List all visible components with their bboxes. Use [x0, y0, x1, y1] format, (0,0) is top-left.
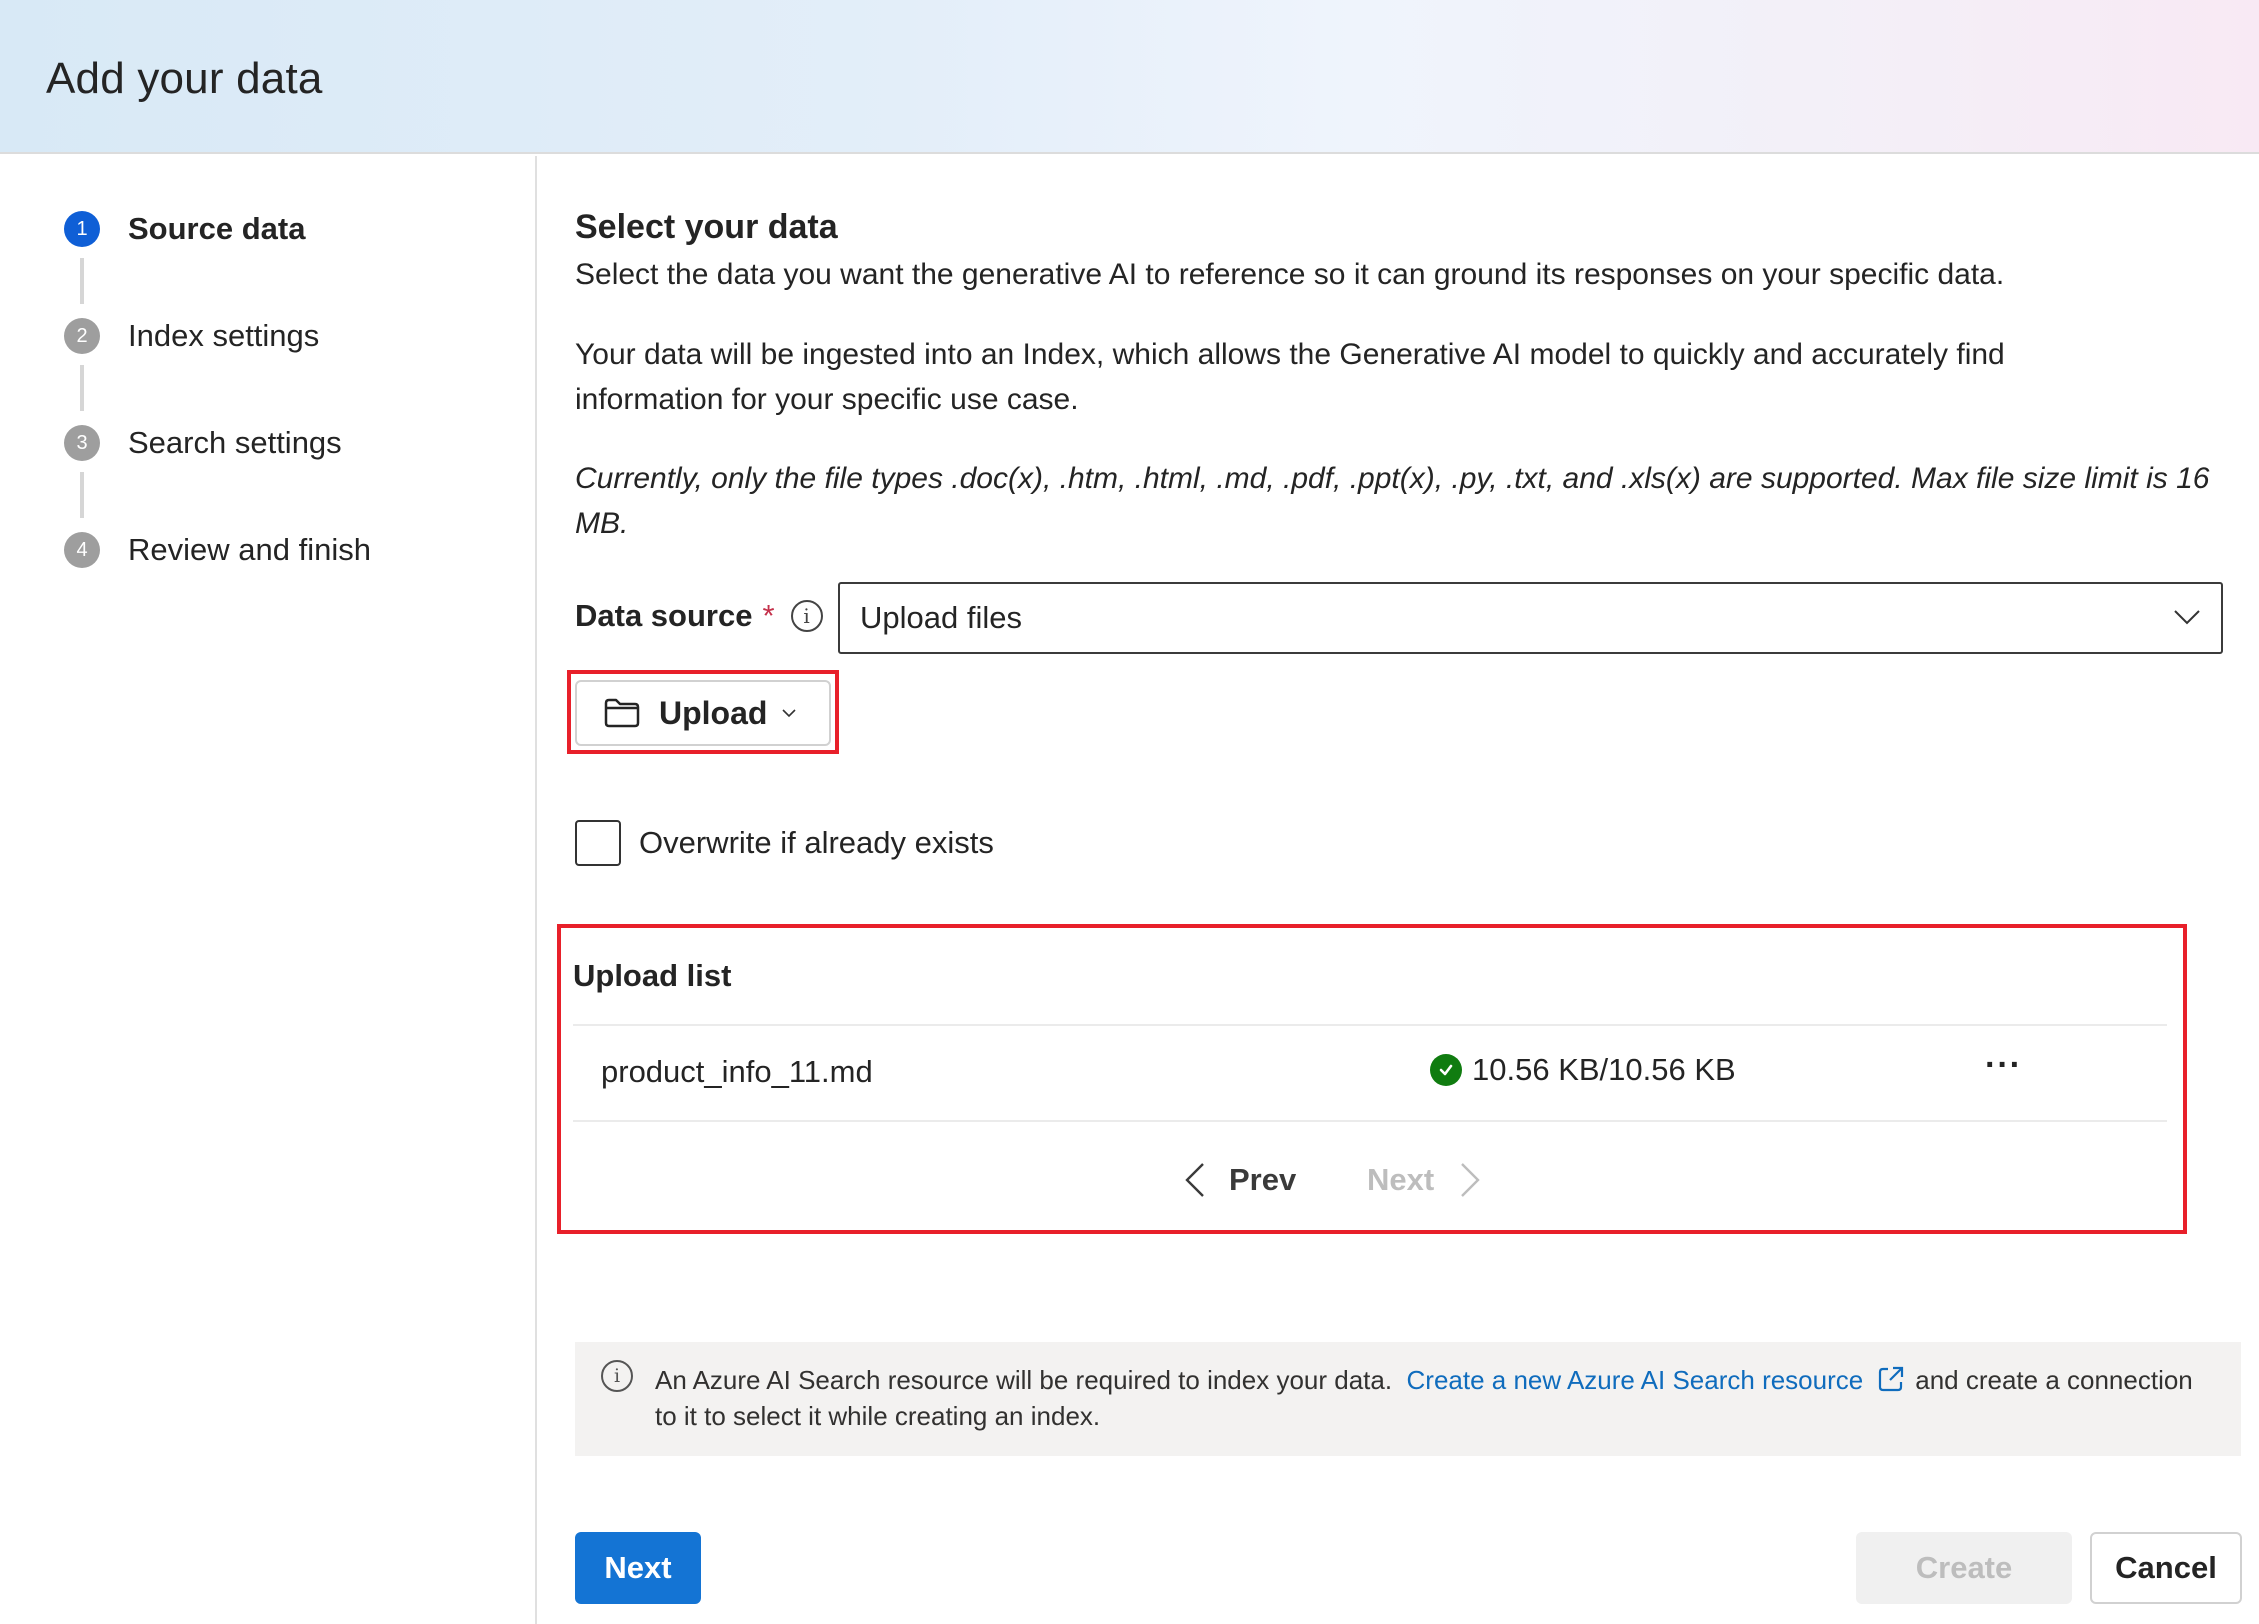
- pagination: Prev Next: [561, 1160, 2191, 1220]
- file-name: product_info_11.md: [601, 1054, 873, 1089]
- file-size-progress: 10.56 KB/10.56 KB: [1472, 1052, 1736, 1087]
- required-asterisk: *: [762, 598, 775, 633]
- step-connector: [80, 472, 84, 518]
- create-search-resource-link[interactable]: Create a new Azure AI Search resource: [1407, 1365, 1864, 1395]
- step-number-badge: 1: [64, 211, 100, 247]
- next-page-button[interactable]: Next: [1367, 1160, 1482, 1200]
- more-options-button[interactable]: ···: [1985, 1046, 2022, 1085]
- data-source-select[interactable]: Upload files: [838, 582, 2223, 654]
- file-list-item: product_info_11.md 10.56 KB/10.56 KB ···: [573, 1024, 2167, 1120]
- upload-button-label: Upload: [659, 694, 768, 731]
- overwrite-option[interactable]: Overwrite if already exists: [575, 820, 994, 866]
- step-number-badge: 2: [64, 318, 100, 354]
- step-label: Search settings: [128, 425, 342, 460]
- wizard-stepper: 1 Source data 2 Index settings 3 Search …: [0, 156, 537, 1624]
- upload-list-panel: Upload list product_info_11.md 10.56 KB/…: [557, 924, 2187, 1234]
- banner-message: An Azure AI Search resource will be requ…: [655, 1362, 2215, 1434]
- step-label: Review and finish: [128, 532, 371, 567]
- info-banner: i An Azure AI Search resource will be re…: [575, 1342, 2241, 1456]
- chevron-left-icon: [1185, 1163, 1204, 1197]
- overwrite-checkbox-label: Overwrite if already exists: [639, 825, 994, 860]
- prev-page-button[interactable]: Prev: [1183, 1160, 1296, 1200]
- step-connector: [80, 365, 84, 411]
- step-label: Source data: [128, 211, 306, 246]
- file-types-note: Currently, only the file types .doc(x), …: [575, 462, 2210, 540]
- external-link-icon[interactable]: [1877, 1365, 1905, 1393]
- step-search-settings[interactable]: 3 Search settings: [64, 425, 342, 461]
- chevron-down-icon: [2174, 610, 2200, 625]
- chevron-down-icon: [782, 709, 797, 718]
- info-icon[interactable]: i: [790, 600, 823, 632]
- dialog-header: Add your data: [0, 0, 2259, 154]
- data-source-label-text: Data source: [575, 598, 753, 633]
- file-upload-status: 10.56 KB/10.56 KB: [1430, 1052, 1736, 1088]
- create-button[interactable]: Create: [1856, 1532, 2072, 1604]
- prev-page-label: Prev: [1229, 1162, 1297, 1197]
- divider: [573, 1120, 2167, 1122]
- upload-button[interactable]: Upload: [575, 680, 831, 746]
- step-index-settings[interactable]: 2 Index settings: [64, 318, 319, 354]
- folder-icon: [604, 698, 640, 728]
- step-label: Index settings: [128, 318, 320, 353]
- ingest-note: Your data will be ingested into an Index…: [575, 338, 2005, 416]
- description-text: Select the data you want the generative …: [575, 258, 2005, 291]
- banner-text-before: An Azure AI Search resource will be requ…: [655, 1365, 1393, 1395]
- data-source-label: Data source * i: [575, 598, 823, 634]
- next-page-label: Next: [1367, 1162, 1435, 1197]
- chevron-right-icon: [1461, 1163, 1480, 1197]
- step-source-data[interactable]: 1 Source data: [64, 211, 305, 247]
- upload-button-highlight: Upload: [567, 670, 839, 754]
- data-source-selected-value: Upload files: [860, 600, 1022, 635]
- upload-list-title: Upload list: [573, 958, 732, 993]
- step-number-badge: 3: [64, 425, 100, 461]
- dialog-title: Add your data: [46, 54, 323, 103]
- section-title: Select your data: [575, 208, 838, 246]
- overwrite-checkbox[interactable]: [575, 820, 621, 866]
- step-number-badge: 4: [64, 532, 100, 568]
- step-review-and-finish[interactable]: 4 Review and finish: [64, 532, 371, 568]
- success-check-icon: [1430, 1054, 1462, 1086]
- cancel-button[interactable]: Cancel: [2090, 1532, 2242, 1604]
- next-button[interactable]: Next: [575, 1532, 701, 1604]
- info-icon: i: [601, 1360, 633, 1392]
- step-connector: [80, 258, 84, 304]
